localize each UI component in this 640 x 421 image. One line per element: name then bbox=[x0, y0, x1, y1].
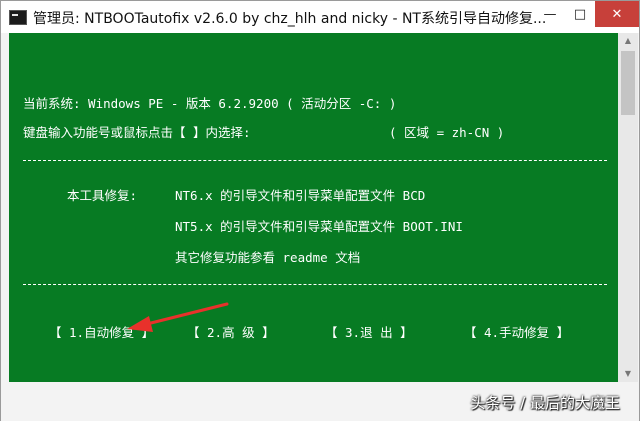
console-window: 管理员: NTBOOTautofix v2.6.0 by chz_hlh and… bbox=[0, 0, 640, 421]
scroll-up-icon[interactable]: ▲ bbox=[618, 33, 638, 49]
window-title: 管理员: NTBOOTautofix v2.6.0 by chz_hlh and… bbox=[33, 11, 547, 27]
console-area: 当前系统: Windows PE - 版本 6.2.9200 ( 活动分区 -C… bbox=[9, 33, 618, 382]
window-controls: — □ ✕ bbox=[535, 1, 639, 27]
title-bar[interactable]: 管理员: NTBOOTautofix v2.6.0 by chz_hlh and… bbox=[1, 1, 639, 33]
minimize-button[interactable]: — bbox=[535, 1, 565, 27]
red-arrow-annotation-icon bbox=[127, 302, 229, 332]
scroll-down-icon[interactable]: ▼ bbox=[618, 366, 638, 382]
console-app-icon bbox=[9, 10, 27, 25]
vertical-scrollbar[interactable]: ▲ ▼ bbox=[618, 33, 638, 382]
watermark-text: 头条号 / 最后的大魔王 bbox=[470, 394, 620, 412]
scroll-thumb[interactable] bbox=[621, 51, 635, 115]
close-button[interactable]: ✕ bbox=[595, 1, 639, 27]
maximize-button[interactable]: □ bbox=[565, 1, 595, 27]
